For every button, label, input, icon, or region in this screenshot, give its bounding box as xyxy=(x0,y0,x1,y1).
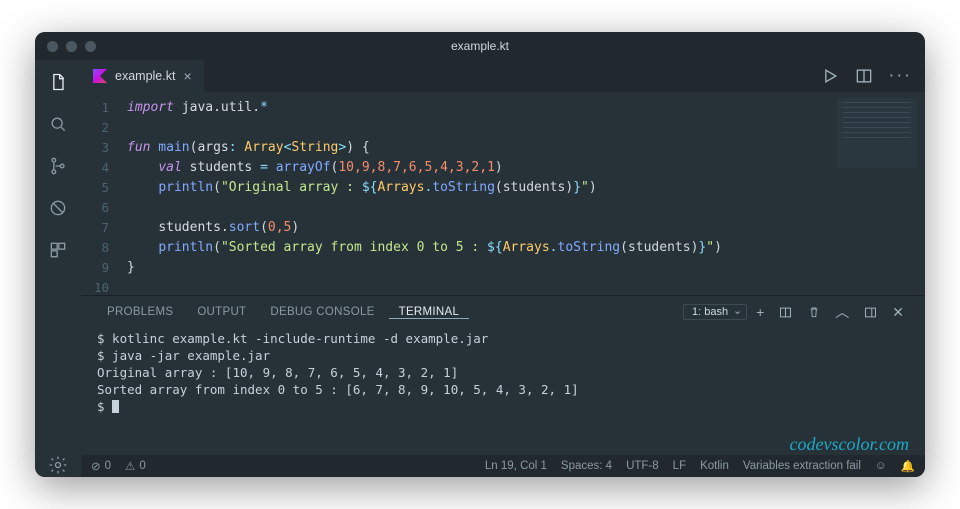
status-bar: ⊘ 0 ⚠ 0 Ln 19, Col 1 Spaces: 4 UTF-8 LF … xyxy=(81,455,925,477)
panel-layout-icon[interactable] xyxy=(858,305,883,320)
status-encoding[interactable]: UTF-8 xyxy=(626,460,659,472)
search-icon[interactable] xyxy=(46,112,70,136)
editor-actions: ··· xyxy=(820,60,925,92)
titlebar: example.kt xyxy=(35,32,925,60)
status-bell-icon[interactable]: 🔔 xyxy=(901,459,915,473)
terminal-line: $ java -jar example.jar xyxy=(97,347,909,364)
editor-window: example.kt xyxy=(35,32,925,477)
tab-example-kt[interactable]: example.kt × xyxy=(81,60,204,92)
main-area: example.kt × ··· 1import java.util.* 2 3… xyxy=(81,60,925,477)
terminal-cursor xyxy=(112,400,119,413)
status-language[interactable]: Kotlin xyxy=(700,460,729,472)
terminal[interactable]: $ kotlinc example.kt -include-runtime -d… xyxy=(81,328,925,455)
panel-close-icon[interactable]: ✕ xyxy=(887,304,909,321)
panel-tabs: PROBLEMS OUTPUT DEBUG CONSOLE TERMINAL 1… xyxy=(81,296,925,328)
status-errors[interactable]: ⊘ 0 xyxy=(91,459,111,473)
status-cursor[interactable]: Ln 19, Col 1 xyxy=(485,460,547,472)
editor-body: example.kt × ··· 1import java.util.* 2 3… xyxy=(35,60,925,477)
terminal-line: $ kotlinc example.kt -include-runtime -d… xyxy=(97,330,909,347)
status-extra[interactable]: Variables extraction fail xyxy=(743,460,861,472)
kill-terminal-icon[interactable] xyxy=(802,305,826,319)
terminal-line: Sorted array from index 0 to 5 : [6, 7, … xyxy=(97,381,909,398)
status-indent[interactable]: Spaces: 4 xyxy=(561,460,612,472)
status-eol[interactable]: LF xyxy=(673,460,686,472)
terminal-line: $ xyxy=(97,398,909,415)
panel-up-icon[interactable]: ︿ xyxy=(830,302,854,322)
activity-bar xyxy=(35,60,81,477)
terminal-select[interactable]: 1: bash xyxy=(683,304,747,320)
kotlin-file-icon xyxy=(93,69,107,83)
code-editor[interactable]: 1import java.util.* 2 3fun main(args: Ar… xyxy=(81,92,925,295)
source-control-icon[interactable] xyxy=(46,154,70,178)
run-icon[interactable] xyxy=(820,66,840,86)
panel-tab-output[interactable]: OUTPUT xyxy=(187,306,256,318)
panel-tab-debug[interactable]: DEBUG CONSOLE xyxy=(260,306,384,318)
status-feedback-icon[interactable]: ☺ xyxy=(875,460,887,472)
minimap[interactable] xyxy=(837,98,917,168)
tab-filename: example.kt xyxy=(115,69,175,83)
tab-close-icon[interactable]: × xyxy=(183,68,191,84)
tab-bar: example.kt × ··· xyxy=(81,60,925,92)
status-warnings[interactable]: ⚠ 0 xyxy=(125,459,146,473)
watermark: codevscolor.com xyxy=(790,436,909,453)
bottom-panel: PROBLEMS OUTPUT DEBUG CONSOLE TERMINAL 1… xyxy=(81,295,925,455)
more-actions-icon[interactable]: ··· xyxy=(888,69,911,84)
split-editor-icon[interactable] xyxy=(854,66,874,86)
window-title: example.kt xyxy=(35,39,925,53)
explorer-icon[interactable] xyxy=(46,70,70,94)
terminal-line: Original array : [10, 9, 8, 7, 6, 5, 4, … xyxy=(97,364,909,381)
extensions-icon[interactable] xyxy=(46,238,70,262)
new-terminal-icon[interactable]: + xyxy=(751,304,769,320)
settings-gear-icon[interactable] xyxy=(46,453,70,477)
debug-icon[interactable] xyxy=(46,196,70,220)
panel-tab-problems[interactable]: PROBLEMS xyxy=(97,306,183,318)
panel-tab-terminal[interactable]: TERMINAL xyxy=(389,306,470,319)
split-terminal-icon[interactable] xyxy=(773,305,798,320)
